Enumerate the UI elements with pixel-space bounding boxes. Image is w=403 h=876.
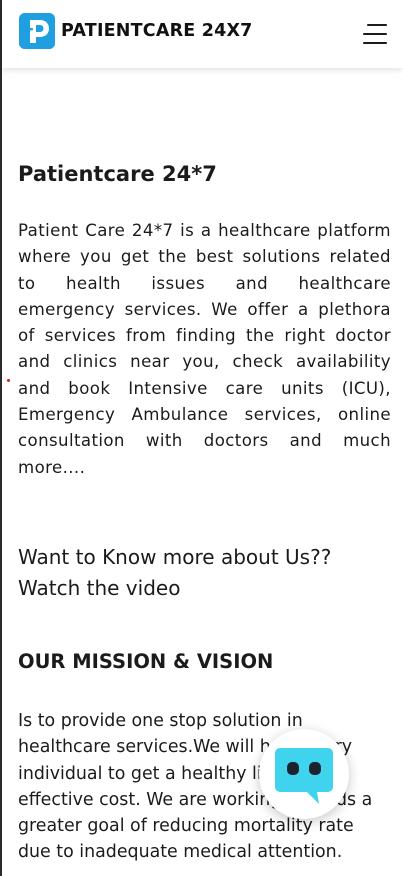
patientcare-logo-icon[interactable] — [19, 13, 55, 49]
page-edge-rule — [0, 0, 2, 876]
red-dot-marker — [7, 379, 10, 382]
menu-bar — [363, 42, 387, 44]
brand-name[interactable]: PATIENTCARE 24X7 — [61, 21, 253, 41]
chatbot-icon — [275, 748, 333, 804]
menu-bar — [367, 24, 387, 26]
top-navbar: PATIENTCARE 24X7 — [2, 0, 403, 68]
chatbot-launcher-button[interactable] — [259, 729, 349, 819]
menu-bar — [363, 33, 387, 35]
mission-title: OUR MISSION & VISION — [18, 650, 274, 673]
about-paragraph: Patient Care 24*7 is a healthcare platfo… — [18, 221, 391, 477]
video-prompt: Want to Know more about Us?? Watch the v… — [18, 542, 391, 604]
about-title: Patientcare 24*7 — [18, 162, 217, 186]
video-prompt-line1: Want to Know more about Us?? — [18, 545, 332, 569]
hamburger-menu-icon[interactable] — [363, 24, 387, 44]
watch-video-text: Watch the video — [18, 576, 181, 600]
